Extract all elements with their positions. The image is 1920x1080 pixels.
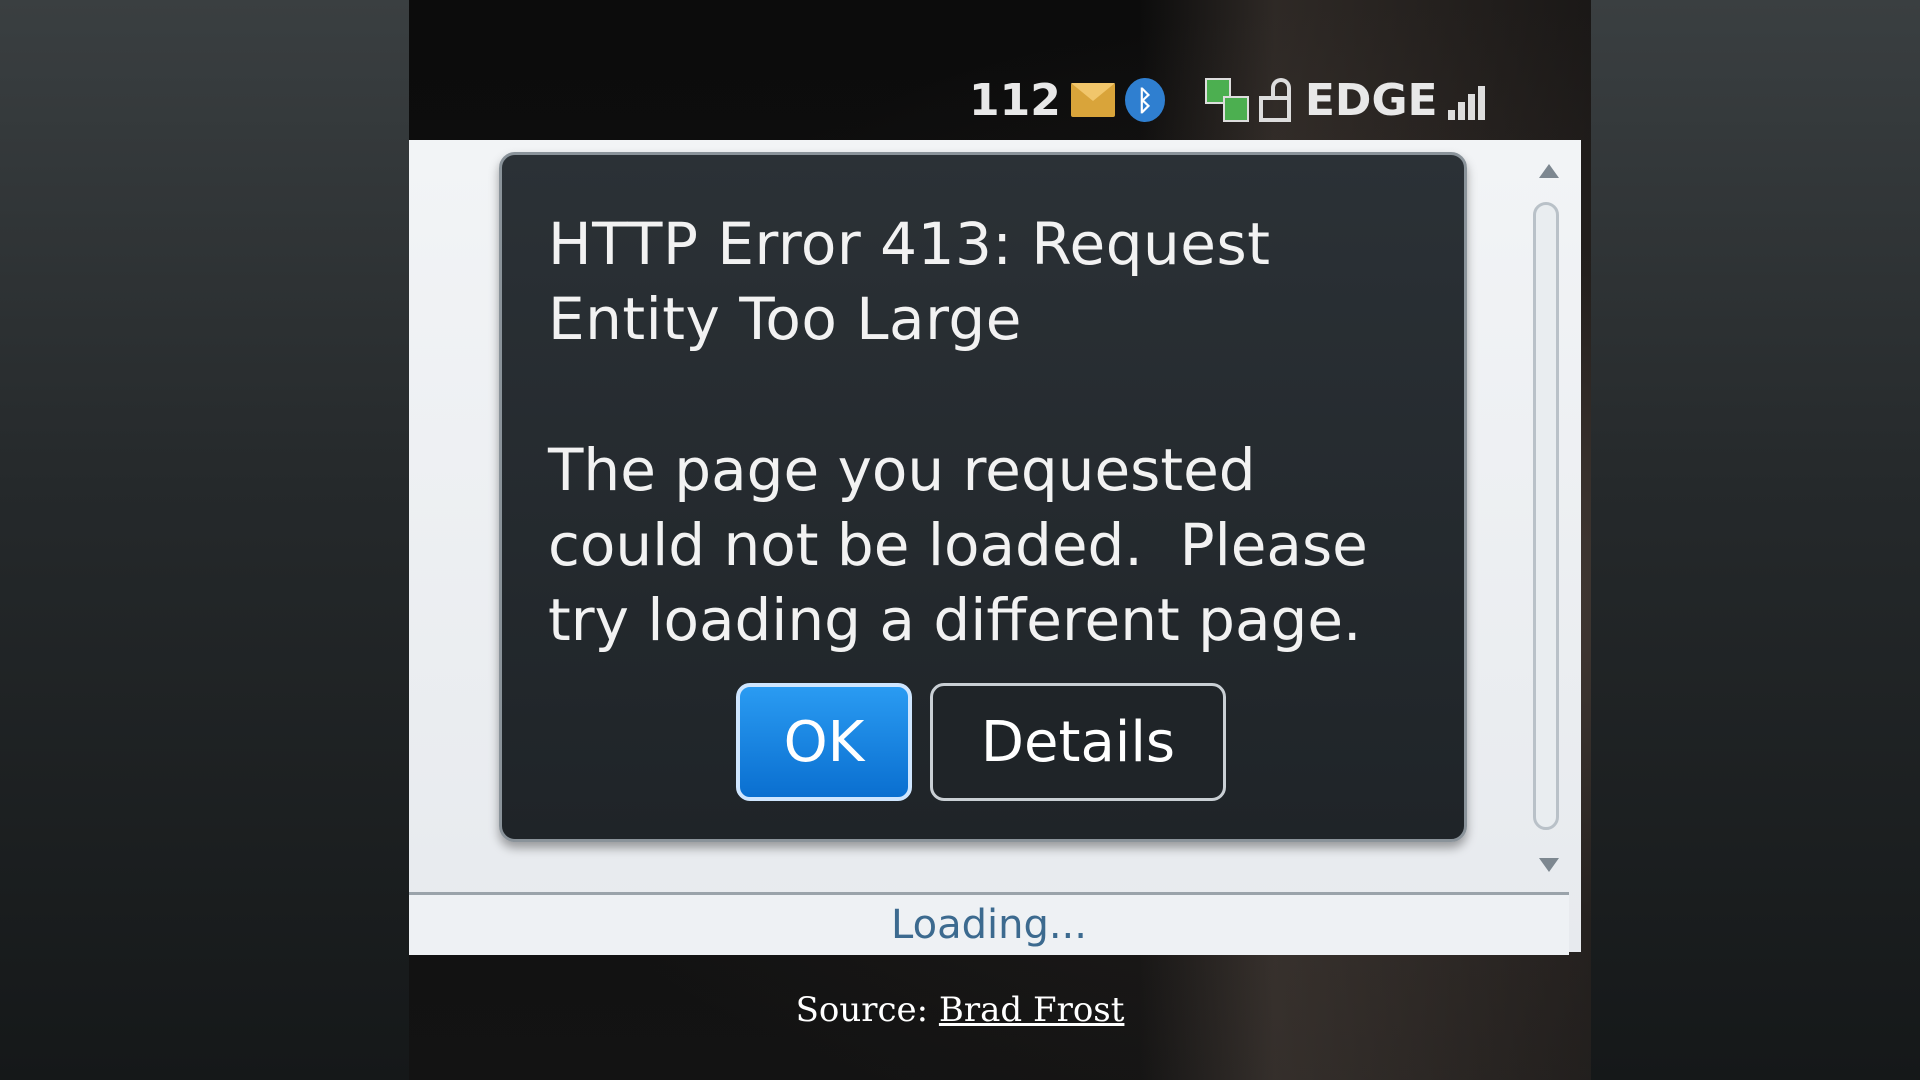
error-dialog: HTTP Error 413: Request Entity Too Large… xyxy=(499,152,1467,842)
status-bar: 112 ᛒ EDGE xyxy=(969,72,1485,128)
phone-screen: HTTP Error 413: Request Entity Too Large… xyxy=(409,140,1581,955)
data-transfer-icon xyxy=(1204,78,1249,122)
scrollbar-track[interactable] xyxy=(1533,202,1559,830)
dialog-title-line: Entity Too Large xyxy=(548,285,1022,353)
ok-button[interactable]: OK xyxy=(736,683,912,801)
network-type: EDGE xyxy=(1304,74,1438,126)
scroll-down-arrow-icon[interactable] xyxy=(1539,858,1559,872)
source-prefix: Source: xyxy=(795,990,939,1030)
dialog-message-line: The page you requested xyxy=(548,436,1256,504)
dialog-title-line: HTTP Error 413: Request xyxy=(548,210,1271,278)
scroll-up-arrow-icon[interactable] xyxy=(1539,164,1559,178)
slide: 112 ᛒ EDGE HTTP Error 413: Request Entit… xyxy=(0,0,1920,1080)
mail-icon xyxy=(1070,83,1115,117)
dialog-title: HTTP Error 413: Request Entity Too Large xyxy=(548,207,1428,357)
signal-strength-icon xyxy=(1447,80,1485,120)
message-count: 112 xyxy=(969,74,1061,126)
loading-status-bar: Loading... xyxy=(409,892,1569,955)
source-caption: Source: Brad Frost xyxy=(0,990,1920,1030)
loading-text: Loading... xyxy=(891,902,1087,948)
bluetooth-icon: ᛒ xyxy=(1124,78,1165,122)
dialog-message-line: try loading a different page. xyxy=(548,586,1362,654)
dialog-message: The page you requested could not be load… xyxy=(548,433,1448,658)
source-link[interactable]: Brad Frost xyxy=(939,990,1125,1030)
details-button[interactable]: Details xyxy=(930,683,1226,801)
dialog-message-line: could not be loaded. Please xyxy=(548,511,1368,579)
unlock-icon xyxy=(1258,78,1295,122)
scrollbar[interactable] xyxy=(1529,162,1569,872)
